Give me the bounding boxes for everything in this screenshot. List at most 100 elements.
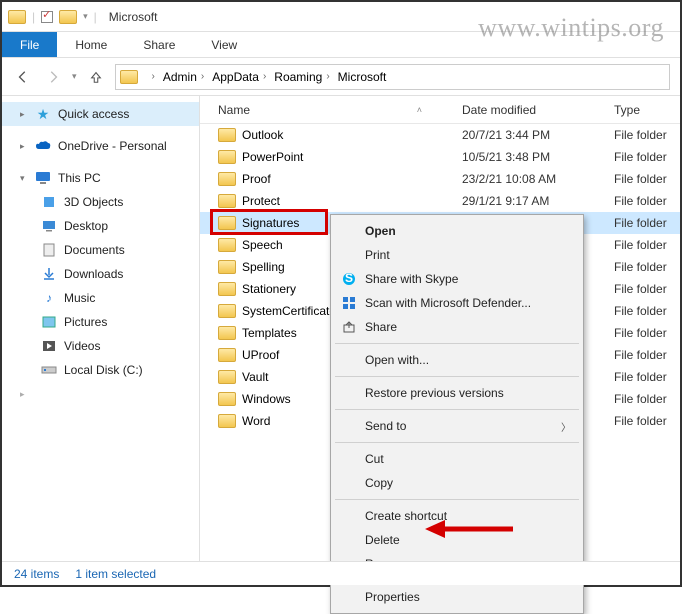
sidebar-item-label: Downloads	[64, 267, 123, 281]
file-date: 29/1/21 9:17 AM	[462, 194, 614, 208]
file-tab[interactable]: File	[2, 32, 57, 57]
folder-icon	[218, 370, 236, 384]
folder-icon	[218, 348, 236, 362]
sort-caret-icon: ˄	[417, 105, 422, 115]
svg-text:S: S	[345, 272, 353, 285]
folder-icon	[218, 216, 236, 230]
quick-access-toolbar: | ▾ |	[8, 10, 97, 24]
context-share-skype[interactable]: SShare with Skype	[333, 267, 581, 291]
folder-icon	[218, 194, 236, 208]
context-print[interactable]: Print	[333, 243, 581, 267]
network-icon	[34, 386, 52, 402]
chevron-right-icon: ›	[152, 71, 155, 82]
sidebar-item-label: 3D Objects	[64, 195, 123, 209]
sidebar-item-label: Desktop	[64, 219, 108, 233]
file-type: File folder	[614, 392, 680, 406]
context-copy[interactable]: Copy	[333, 471, 581, 495]
chevron-right-icon: ›	[326, 71, 329, 82]
status-selection-count[interactable]: 1 item selected	[75, 567, 156, 581]
context-restore[interactable]: Restore previous versions	[333, 381, 581, 405]
sidebar-onedrive[interactable]: ▸ OneDrive - Personal	[2, 134, 199, 158]
file-name: Speech	[242, 238, 283, 252]
chevron-down-icon: ▾	[20, 173, 28, 184]
file-row[interactable]: Outlook20/7/21 3:44 PMFile folder	[200, 124, 680, 146]
back-button[interactable]	[12, 66, 34, 88]
file-type: File folder	[614, 150, 680, 164]
path-box[interactable]: › Admin› AppData› Roaming› Microsoft	[115, 64, 670, 90]
sidebar-item-label: Quick access	[58, 107, 129, 121]
context-properties[interactable]: Properties	[333, 585, 581, 609]
sidebar-item-desktop[interactable]: Desktop	[2, 214, 199, 238]
sidebar-item-downloads[interactable]: Downloads	[2, 262, 199, 286]
sidebar-item-videos[interactable]: Videos	[2, 334, 199, 358]
context-open[interactable]: Open	[333, 219, 581, 243]
file-type: File folder	[614, 260, 680, 274]
qat-dropdown-icon[interactable]: ▾	[83, 11, 88, 22]
sidebar-item-label: Music	[64, 291, 95, 305]
chevron-right-icon: ▸	[20, 109, 28, 120]
breadcrumb[interactable]: Admin›	[159, 70, 208, 84]
downloads-icon	[40, 266, 58, 282]
sidebar-quick-access[interactable]: ▸ ★ Quick access	[2, 102, 199, 126]
file-type: File folder	[614, 216, 680, 230]
file-type: File folder	[614, 326, 680, 340]
file-row[interactable]: PowerPoint10/5/21 3:48 PMFile folder	[200, 146, 680, 168]
file-name: Stationery	[242, 282, 296, 296]
view-tab[interactable]: View	[193, 32, 255, 57]
forward-button[interactable]	[42, 66, 64, 88]
home-tab[interactable]: Home	[57, 32, 125, 57]
window-title: Microsoft	[109, 10, 158, 24]
column-type[interactable]: Type	[614, 103, 680, 117]
file-name: Templates	[242, 326, 297, 340]
file-row[interactable]: Protect29/1/21 9:17 AMFile folder	[200, 190, 680, 212]
context-menu: Open Print SShare with Skype Scan with M…	[330, 214, 584, 614]
sidebar-item-documents[interactable]: Documents	[2, 238, 199, 262]
recent-dropdown-icon[interactable]: ▾	[72, 71, 77, 82]
sidebar-item-3d-objects[interactable]: 3D Objects	[2, 190, 199, 214]
file-type: File folder	[614, 128, 680, 142]
address-bar: ▾ › Admin› AppData› Roaming› Microsoft	[2, 58, 680, 96]
context-delete[interactable]: Delete	[333, 528, 581, 552]
chevron-right-icon: 〉	[561, 419, 571, 434]
folder-icon	[8, 10, 26, 24]
folder-icon	[218, 238, 236, 252]
qat-separator: |	[32, 10, 35, 24]
up-button[interactable]	[85, 66, 107, 88]
sidebar-item-local-disk[interactable]: Local Disk (C:)	[2, 358, 199, 382]
breadcrumb-sep[interactable]: ›	[144, 71, 159, 82]
share-tab[interactable]: Share	[125, 32, 193, 57]
sidebar-item-network[interactable]: ▸	[2, 382, 199, 406]
column-headers: Name ˄ Date modified Type	[200, 96, 680, 124]
file-list-area: Name ˄ Date modified Type Outlook20/7/21…	[200, 96, 680, 561]
pc-icon	[34, 170, 52, 186]
chevron-right-icon: ▸	[20, 389, 28, 400]
column-name[interactable]: Name ˄	[200, 103, 462, 117]
onedrive-icon	[34, 138, 52, 154]
sidebar-this-pc[interactable]: ▾ This PC	[2, 166, 199, 190]
column-date[interactable]: Date modified	[462, 103, 614, 117]
music-icon: ♪	[40, 290, 58, 306]
folder-icon	[218, 172, 236, 186]
chevron-right-icon: ›	[263, 71, 266, 82]
file-type: File folder	[614, 370, 680, 384]
folder-icon	[120, 70, 138, 84]
sidebar-item-music[interactable]: ♪ Music	[2, 286, 199, 310]
context-open-with[interactable]: Open with...	[333, 348, 581, 372]
breadcrumb[interactable]: AppData›	[208, 70, 270, 84]
context-defender[interactable]: Scan with Microsoft Defender...	[333, 291, 581, 315]
breadcrumb[interactable]: Roaming›	[270, 70, 333, 84]
videos-icon	[40, 338, 58, 354]
context-separator	[335, 442, 579, 443]
status-bar: 24 items 1 item selected	[2, 561, 680, 585]
context-create-shortcut[interactable]: Create shortcut	[333, 504, 581, 528]
context-send-to[interactable]: Send to〉	[333, 414, 581, 438]
context-separator	[335, 499, 579, 500]
sidebar-item-label: Pictures	[64, 315, 107, 329]
context-share[interactable]: Share	[333, 315, 581, 339]
file-row[interactable]: Proof23/2/21 10:08 AMFile folder	[200, 168, 680, 190]
status-item-count[interactable]: 24 items	[14, 567, 59, 581]
breadcrumb[interactable]: Microsoft	[334, 70, 391, 84]
sidebar-item-pictures[interactable]: Pictures	[2, 310, 199, 334]
checkbox-icon[interactable]	[41, 11, 53, 23]
context-cut[interactable]: Cut	[333, 447, 581, 471]
